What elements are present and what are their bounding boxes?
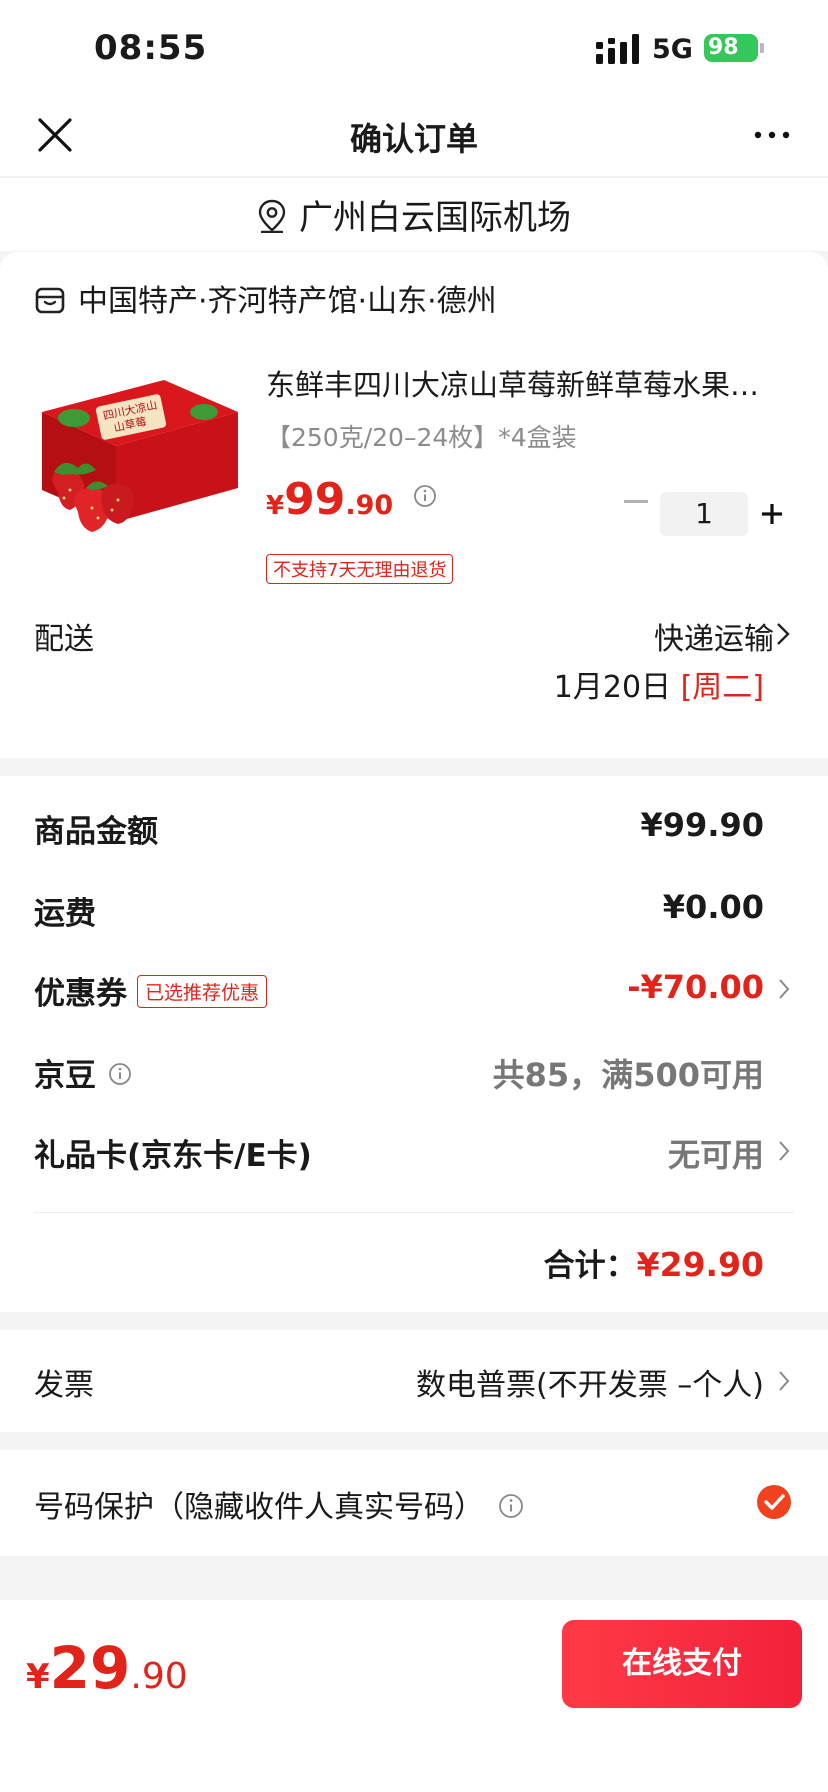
chevron-right-icon[interactable]	[778, 1140, 790, 1162]
giftcard-label[interactable]: 礼品卡(京东卡/E卡)	[34, 1130, 312, 1175]
address-text: 广州白云国际机场	[299, 198, 571, 238]
amount-card: 商品金额 ¥99.90 运费 ¥0.00 优惠券 已选推荐优惠 -¥70.00 京…	[0, 776, 828, 1312]
product-spec: 【250克/20–24枚】*4盒装	[266, 423, 577, 452]
total-row: 合计：¥29.90	[544, 1240, 764, 1285]
check-icon[interactable]	[756, 1484, 792, 1520]
delivery-date-text: 1月20日	[553, 670, 672, 705]
battery-tip	[760, 43, 764, 53]
price-decimal: .90	[345, 490, 394, 521]
goods-amount-label: 商品金额	[34, 814, 158, 850]
quantity-input[interactable]: 1	[660, 492, 748, 536]
protection-row: 号码保护（隐藏收件人真实号码）	[34, 1482, 524, 1526]
coupon-badge: 已选推荐优惠	[137, 975, 268, 1008]
total-value: ¥29.90	[636, 1245, 764, 1284]
info-icon[interactable]	[413, 484, 437, 508]
shipping-label: 运费	[34, 896, 96, 932]
divider	[34, 1212, 794, 1213]
status-bar: 08:55 5G 98	[0, 0, 828, 100]
delivery-label: 配送	[34, 622, 94, 657]
price-symbol: ¥	[266, 491, 285, 521]
order-item-card: 中国特产·齐河特产馆·山东·德州 四川大凉山 山草莓 东鲜丰四川大凉山草莓新鲜草…	[0, 252, 828, 758]
chevron-right-icon[interactable]	[776, 622, 790, 646]
chevron-right-icon[interactable]	[778, 1370, 790, 1392]
info-icon[interactable]	[108, 1062, 132, 1086]
quantity-decrease-button[interactable]	[624, 500, 648, 503]
footer-price-decimal: .90	[130, 1656, 188, 1697]
chevron-right-icon[interactable]	[778, 978, 790, 1000]
status-time: 08:55	[94, 28, 208, 68]
quantity-increase-button[interactable]	[760, 492, 784, 536]
coupon-value[interactable]: -¥70.00	[627, 968, 764, 1006]
beans-row: 京豆	[34, 1050, 132, 1095]
product-price: ¥99.90	[266, 474, 437, 525]
nav-bar: 确认订单	[0, 100, 828, 176]
shipping-value: ¥0.00	[662, 888, 764, 926]
invoice-label: 发票	[34, 1368, 94, 1403]
return-policy-badge: 不支持7天无理由退货	[266, 554, 454, 584]
delivery-date[interactable]: 1月20日 [周二]	[554, 662, 764, 706]
price-integer: 99	[284, 474, 346, 525]
number-protection-row: 号码保护（隐藏收件人真实号码）	[0, 1450, 828, 1556]
beans-value: 共85，满500可用	[492, 1056, 764, 1094]
pay-online-button[interactable]: 在线支付	[562, 1620, 802, 1708]
network-type: 5G	[652, 34, 693, 65]
coupon-row[interactable]: 优惠券 已选推荐优惠	[34, 968, 268, 1013]
shop-row[interactable]: 中国特产·齐河特产馆·山东·德州	[34, 276, 497, 320]
page-title: 确认订单	[349, 120, 478, 158]
product-title[interactable]: 东鲜丰四川大凉山草莓新鲜草莓水果…	[266, 362, 796, 404]
coupon-label: 优惠券	[34, 976, 127, 1012]
delivery-method[interactable]: 快递运输	[654, 614, 774, 658]
delivery-weekday: [周二]	[680, 670, 764, 705]
battery-level: 98	[708, 35, 739, 60]
invoice-value: 数电普票(不开发票 –个人)	[416, 1368, 764, 1403]
footer-price-symbol: ¥	[26, 1657, 50, 1697]
footer-total: ¥29.90	[26, 1634, 188, 1702]
goods-amount-value: ¥99.90	[640, 806, 764, 844]
location-icon	[258, 199, 286, 233]
giftcard-value[interactable]: 无可用	[668, 1130, 764, 1176]
total-label: 合计：	[543, 1248, 637, 1284]
shop-name: 中国特产·齐河特产馆·山东·德州	[78, 284, 497, 319]
address-line: 广州白云国际机场	[0, 190, 828, 239]
product-image[interactable]: 四川大凉山 山草莓	[34, 372, 238, 568]
protection-label: 号码保护（隐藏收件人真实号码）	[34, 1490, 484, 1525]
signal-icon	[596, 34, 639, 64]
address-bar[interactable]: 广州白云国际机场	[0, 177, 828, 251]
footer-price-integer: 29	[49, 1634, 131, 1702]
beans-label: 京豆	[34, 1058, 96, 1094]
shop-icon	[35, 287, 65, 314]
bottom-bar: ¥29.90 在线支付	[0, 1600, 828, 1792]
invoice-row[interactable]: 发票 数电普票(不开发票 –个人)	[0, 1330, 828, 1432]
more-icon[interactable]	[752, 120, 792, 150]
battery-indicator: 98	[704, 34, 758, 62]
info-icon[interactable]	[498, 1493, 524, 1519]
